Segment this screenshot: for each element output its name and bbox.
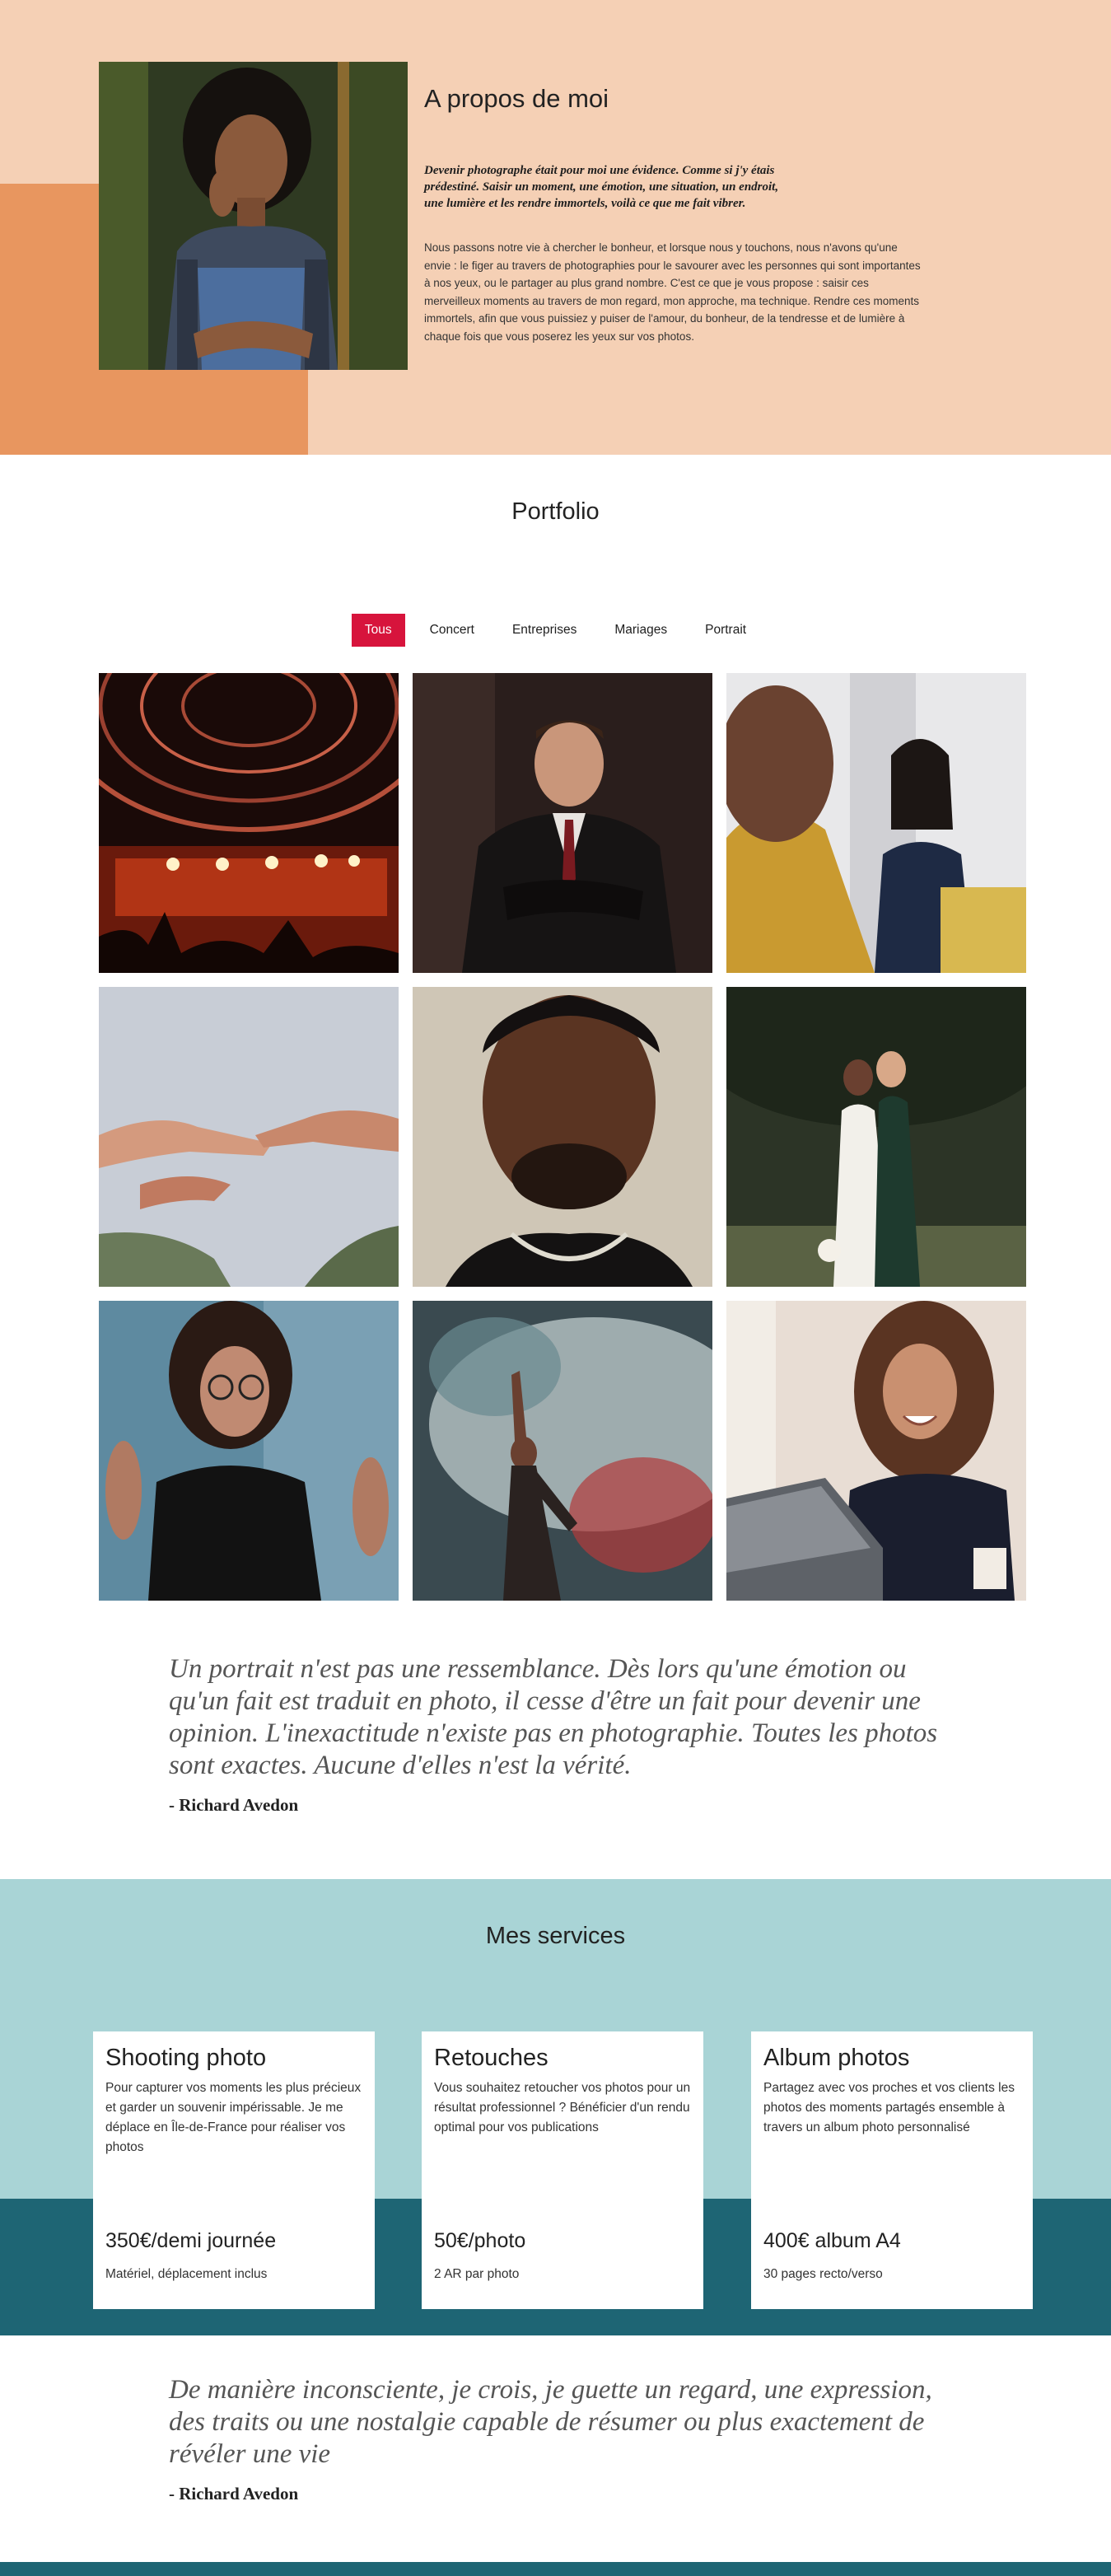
about-portrait-photo [99,62,408,370]
about-lead-text: Devenir photographe était pour moi une é… [424,164,779,210]
filter-mariages-button[interactable]: Mariages [601,614,680,647]
portfolio-gallery [99,673,1026,1601]
quote-block-2: De manière inconsciente, je crois, je gu… [169,2374,959,2504]
quote-2-author: - Richard Avedon [169,2484,299,2504]
quote-1-author: - Richard Avedon [169,1795,299,1815]
service-card-name: Shooting photo [105,2045,267,2071]
about-title: A propos de moi [424,84,609,113]
service-card-note: 30 pages recto/verso [763,2267,883,2281]
gallery-photo-concert-dome[interactable] [99,673,399,973]
filter-tous-button[interactable]: Tous [351,614,405,647]
service-card-shooting[interactable]: Shooting photo Pour capturer vos moments… [93,2031,375,2309]
gallery-photo-business-meeting[interactable] [726,673,1026,973]
quote-block-1: Un portrait n'est pas une ressemblance. … [169,1653,959,1816]
filter-entreprises-button[interactable]: Entreprises [499,614,590,647]
services-title: Mes services [485,1923,626,1949]
service-card-price: 350€/demi journée [105,2229,277,2252]
service-card-description: Vous souhaitez retoucher vos photos pour… [434,2081,691,2134]
services-section: Mes services Shooting photo Pour capture… [0,1879,1111,2335]
service-card-name: Album photos [763,2045,910,2071]
about-body-text: Nous passons notre vie à chercher le bon… [424,241,921,343]
gallery-photo-man-portrait[interactable] [413,987,712,1287]
gallery-photo-dancer-smoke[interactable] [413,1301,712,1601]
gallery-photo-woman-laptop[interactable] [726,1301,1026,1601]
quote-2-text: De manière inconsciente, je crois, je gu… [169,2375,932,2469]
service-card-description: Partagez avec vos proches et vos clients… [763,2081,1015,2134]
gallery-photo-businessman[interactable] [413,673,712,973]
gallery-photo-hands[interactable] [99,987,399,1287]
footer-strip [0,2562,1111,2576]
filter-concert-button[interactable]: Concert [417,614,488,647]
service-card-name: Retouches [434,2045,548,2071]
filter-portrait-button[interactable]: Portrait [692,614,759,647]
portfolio-filter-bar: Tous Concert Entreprises Mariages Portra… [0,614,1111,647]
gallery-photo-wedding-couple[interactable] [726,987,1026,1287]
portfolio-title: Portfolio [511,498,600,525]
service-card-album[interactable]: Album photos Partagez avec vos proches e… [751,2031,1033,2309]
quote-1-text: Un portrait n'est pas une ressemblance. … [169,1654,938,1780]
gallery-photo-woman-glasses[interactable] [99,1301,399,1601]
service-card-note: Matériel, déplacement inclus [105,2267,268,2281]
service-card-description: Pour capturer vos moments les plus préci… [105,2081,362,2154]
service-card-note: 2 AR par photo [434,2267,520,2281]
service-card-price: 400€ album A4 [763,2229,901,2252]
about-section: A propos de moi Devenir photographe étai… [0,0,1111,455]
service-card-retouches[interactable]: Retouches Vous souhaitez retoucher vos p… [422,2031,703,2309]
service-card-price: 50€/photo [434,2229,526,2252]
